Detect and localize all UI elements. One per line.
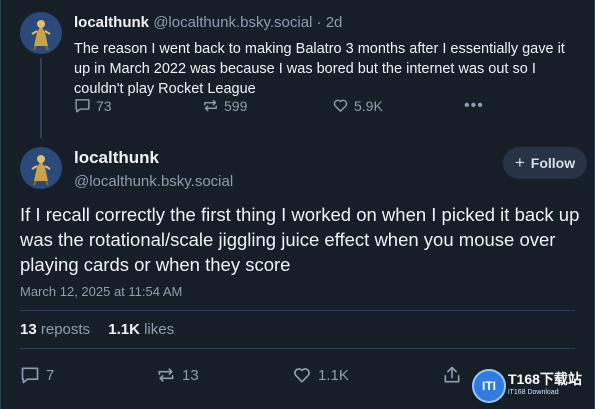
reposts-stat[interactable]: 13 reposts <box>20 321 90 338</box>
share-icon <box>444 366 460 383</box>
repost-count: 599 <box>224 97 248 114</box>
parent-handle[interactable]: @localthunk.bsky.social <box>153 14 312 31</box>
likes-stat[interactable]: 1.1K likes <box>108 321 174 338</box>
parent-post[interactable]: localthunk @localthunk.bsky.social · 2d … <box>0 0 595 138</box>
like-button[interactable]: 1.1K <box>292 365 349 385</box>
follow-label: Follow <box>530 155 576 171</box>
like-icon <box>333 99 348 112</box>
repost-button[interactable]: 599 <box>202 97 247 114</box>
share-button[interactable] <box>442 365 468 385</box>
reply-button[interactable]: 7 <box>20 365 54 385</box>
parent-avatar[interactable] <box>20 12 62 54</box>
main-post-text: If I recall correctly the first thing I … <box>20 204 580 275</box>
follow-button[interactable]: + Follow <box>503 147 587 179</box>
like-total: 1.1K <box>108 321 140 338</box>
main-author: localthunk @localthunk.bsky.social <box>74 148 233 190</box>
watermark-text: T168下载站 iT168 Download <box>508 372 582 400</box>
main-display-name[interactable]: localthunk <box>74 148 233 168</box>
repost-icon <box>158 368 174 382</box>
main-avatar[interactable] <box>20 147 62 189</box>
plus-icon: + <box>514 153 525 172</box>
reply-icon <box>21 367 39 384</box>
watermark-badge: ITI <box>472 369 506 403</box>
watermark-main: T168下载站 <box>508 371 582 387</box>
parent-post-header: localthunk @localthunk.bsky.social · 2d <box>74 14 342 31</box>
repost-count: 13 <box>182 366 199 384</box>
repost-button[interactable]: 13 <box>156 365 199 385</box>
repost-icon <box>204 99 217 112</box>
parent-post-text: The reason I went back to making Balatro… <box>74 41 565 97</box>
thread-line <box>40 58 42 138</box>
more-options-button[interactable]: ••• <box>464 97 484 115</box>
like-count: 5.9K <box>354 97 383 114</box>
likes-label: likes <box>144 321 175 338</box>
main-handle[interactable]: @localthunk.bsky.social <box>74 173 233 190</box>
avatar-image <box>20 12 62 54</box>
more-icon: ••• <box>464 97 484 114</box>
like-count: 1.1K <box>318 366 349 384</box>
like-button[interactable]: 5.9K <box>332 97 383 114</box>
watermark-sub: iT168 Download <box>508 389 559 396</box>
post-timestamp: March 12, 2025 at 11:54 AM <box>20 284 183 299</box>
avatar-image <box>20 147 62 189</box>
separator-dot: · <box>316 14 322 31</box>
reply-button[interactable]: 73 <box>74 97 112 114</box>
post-stats: 13 reposts 1.1K likes <box>20 321 174 338</box>
parent-display-name[interactable]: localthunk <box>74 14 149 31</box>
site-watermark: ITI T168下载站 iT168 Download <box>472 366 592 406</box>
divider <box>20 348 575 349</box>
reply-count: 73 <box>96 97 112 114</box>
like-icon <box>294 368 310 383</box>
repost-total: 13 <box>20 321 37 338</box>
reply-icon <box>75 99 90 113</box>
reposts-label: reposts <box>40 321 91 338</box>
parent-post-age[interactable]: 2d <box>326 14 343 31</box>
reply-count: 7 <box>46 366 55 384</box>
divider <box>20 310 575 311</box>
